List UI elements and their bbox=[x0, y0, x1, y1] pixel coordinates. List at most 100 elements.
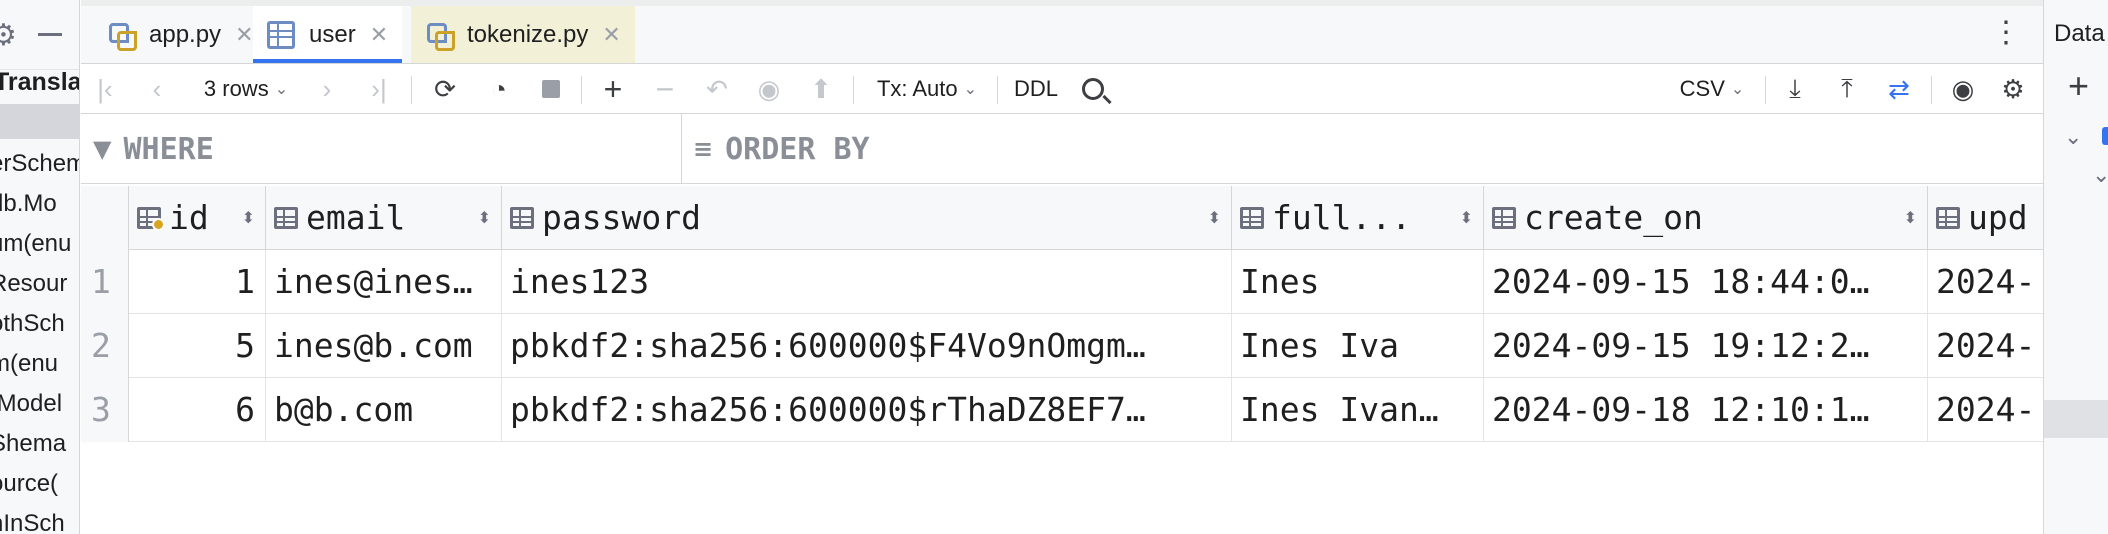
minimize-icon[interactable] bbox=[38, 33, 62, 36]
tree-item[interactable]: Shema bbox=[0, 424, 79, 464]
table-row[interactable]: 3 6 b@b.com pbkdf2:sha256:600000$rThaDZ8… bbox=[81, 378, 2043, 442]
ddl-button[interactable]: DDL bbox=[1007, 64, 1065, 114]
last-page-icon[interactable]: ›| bbox=[361, 64, 397, 114]
stop-icon[interactable] bbox=[533, 64, 569, 114]
selected-row-highlight bbox=[2044, 400, 2108, 438]
column-header-updated[interactable]: upd bbox=[1928, 186, 2043, 250]
tree-item[interactable]: Resour bbox=[0, 264, 79, 304]
tab-user[interactable]: user ✕ bbox=[253, 6, 403, 63]
column-header-label: full... bbox=[1272, 198, 1412, 237]
sort-arrows-icon[interactable]: ⬍ bbox=[242, 186, 255, 250]
tool-window-header: ⚙ bbox=[0, 0, 79, 70]
row-number[interactable]: 1 bbox=[81, 250, 129, 314]
tree-list: erSchem db.Mo um(enu Resour othSch m(enu… bbox=[0, 144, 79, 534]
settings-gear-icon[interactable]: ⚙ bbox=[1993, 64, 2033, 114]
tab-tokenize-py[interactable]: tokenize.py ✕ bbox=[411, 6, 635, 63]
column-header-email[interactable]: email ⬍ bbox=[266, 186, 502, 250]
column-header-create-on[interactable]: create_on ⬍ bbox=[1484, 186, 1928, 250]
chevron-down-icon[interactable]: ⌄ bbox=[2092, 162, 2108, 188]
tree-item[interactable]: ource( bbox=[0, 464, 79, 504]
filter-divider bbox=[681, 114, 682, 184]
close-icon[interactable]: ✕ bbox=[602, 22, 620, 48]
rows-count-dropdown[interactable]: 3 rows ⌄ bbox=[191, 64, 301, 114]
cell-password[interactable]: pbkdf2:sha256:600000$rThaDZ8EF7… bbox=[502, 378, 1232, 442]
tree-item[interactable]: m(enu bbox=[0, 344, 79, 384]
tool-window-title: Data bbox=[2054, 20, 2105, 47]
python-file-icon bbox=[425, 21, 455, 51]
cell-updated[interactable]: 2024- bbox=[1928, 314, 2043, 378]
view-eye-icon[interactable]: ◉ bbox=[1941, 64, 1985, 114]
cell-id[interactable]: 6 bbox=[129, 378, 266, 442]
close-icon[interactable]: ✕ bbox=[370, 22, 388, 48]
table-row[interactable]: 2 5 ines@b.com pbkdf2:sha256:600000$F4Vo… bbox=[81, 314, 2043, 378]
tree-item[interactable]: um(enu bbox=[0, 224, 79, 264]
cell-full-name[interactable]: Ines Ivan… bbox=[1232, 378, 1484, 442]
grid-toolbar: |‹ ‹ 3 rows ⌄ › ›| ⟳ ◔ + − ↶ ◉ ⬆ Tx: Auto… bbox=[81, 64, 2043, 114]
upload-icon[interactable]: ⤒ bbox=[1827, 64, 1867, 114]
active-tab-indicator bbox=[253, 59, 403, 63]
sort-arrows-icon[interactable]: ⬍ bbox=[1208, 186, 1221, 250]
download-icon[interactable]: ⤓ bbox=[1775, 64, 1815, 114]
filter-bar: ▼ WHERE ≡ ORDER BY bbox=[81, 114, 2043, 184]
tree-item[interactable]: erSchem bbox=[0, 144, 79, 184]
tab-app-py[interactable]: app.py ✕ bbox=[95, 6, 266, 63]
column-icon bbox=[1240, 207, 1264, 229]
row-number[interactable]: 3 bbox=[81, 378, 129, 442]
editor-tab-bar: app.py ✕ user ✕ tokenize.py ✕ ⋮ bbox=[81, 0, 2043, 64]
tree-item[interactable]: db.Mo bbox=[0, 184, 79, 224]
corner-cell[interactable] bbox=[81, 186, 129, 250]
add-icon[interactable]: + bbox=[2068, 68, 2089, 104]
selected-row-highlight bbox=[0, 104, 79, 139]
search-icon[interactable] bbox=[1073, 64, 1113, 114]
database-tool-window: Data + ⌄ ⌄ bbox=[2043, 0, 2108, 534]
cell-create-on[interactable]: 2024-09-15 18:44:0… bbox=[1484, 250, 1928, 314]
table-row[interactable]: 1 1 ines@ines… ines123 Ines 2024-09-15 1… bbox=[81, 250, 2043, 314]
where-filter-input[interactable]: ▼ WHERE bbox=[93, 114, 673, 184]
previous-page-icon[interactable]: ‹ bbox=[139, 64, 175, 114]
cell-updated[interactable]: 2024- bbox=[1928, 378, 2043, 442]
order-by-input[interactable]: ≡ ORDER BY bbox=[693, 114, 2033, 184]
column-header-label: password bbox=[542, 198, 701, 237]
revert-icon[interactable]: ↶ bbox=[697, 64, 737, 114]
cell-password[interactable]: ines123 bbox=[502, 250, 1232, 314]
tree-item[interactable]: othSch bbox=[0, 304, 79, 344]
more-options-icon[interactable]: ⋮ bbox=[1991, 18, 2021, 48]
cell-full-name[interactable]: Ines Iva bbox=[1232, 314, 1484, 378]
cell-full-name[interactable]: Ines bbox=[1232, 250, 1484, 314]
sort-arrows-icon[interactable]: ⬍ bbox=[478, 186, 491, 250]
preview-changes-icon[interactable]: ◉ bbox=[749, 64, 789, 114]
row-number[interactable]: 2 bbox=[81, 314, 129, 378]
transaction-mode-dropdown[interactable]: Tx: Auto ⌄ bbox=[867, 64, 987, 114]
delete-row-icon[interactable]: − bbox=[645, 64, 685, 114]
cell-email[interactable]: b@b.com bbox=[266, 378, 502, 442]
cell-create-on[interactable]: 2024-09-15 19:12:2… bbox=[1484, 314, 1928, 378]
cell-id[interactable]: 5 bbox=[129, 314, 266, 378]
toolbar-separator bbox=[581, 76, 582, 104]
tx-label: Tx: Auto bbox=[876, 76, 958, 101]
tree-item[interactable]: .Model bbox=[0, 384, 79, 424]
column-header-full-name[interactable]: full... ⬍ bbox=[1232, 186, 1484, 250]
cell-email[interactable]: ines@b.com bbox=[266, 314, 502, 378]
column-header-password[interactable]: password ⬍ bbox=[502, 186, 1232, 250]
cell-create-on[interactable]: 2024-09-18 12:10:1… bbox=[1484, 378, 1928, 442]
grid-header-row: id ⬍ email ⬍ password ⬍ full... ⬍ create… bbox=[81, 186, 2043, 250]
next-page-icon[interactable]: › bbox=[309, 64, 345, 114]
cell-id[interactable]: 1 bbox=[129, 250, 266, 314]
cell-email[interactable]: ines@ines… bbox=[266, 250, 502, 314]
tree-item[interactable]: nInSch bbox=[0, 504, 79, 534]
submit-icon[interactable]: ⬆ bbox=[801, 64, 841, 114]
gear-icon[interactable]: ⚙ bbox=[0, 18, 17, 53]
compare-icon[interactable]: ⇄ bbox=[1879, 64, 1919, 114]
sort-arrows-icon[interactable]: ⬍ bbox=[1904, 186, 1917, 250]
cell-updated[interactable]: 2024- bbox=[1928, 250, 2043, 314]
first-page-icon[interactable]: |‹ bbox=[87, 64, 123, 114]
refresh-icon[interactable]: ⟳ bbox=[425, 64, 465, 114]
close-icon[interactable]: ✕ bbox=[235, 22, 253, 48]
history-icon[interactable]: ◔ bbox=[477, 64, 521, 114]
sort-arrows-icon[interactable]: ⬍ bbox=[1460, 186, 1473, 250]
column-header-id[interactable]: id ⬍ bbox=[129, 186, 266, 250]
cell-password[interactable]: pbkdf2:sha256:600000$F4Vo9nOmgm… bbox=[502, 314, 1232, 378]
add-row-icon[interactable]: + bbox=[593, 64, 633, 114]
export-format-dropdown[interactable]: CSV ⌄ bbox=[1667, 64, 1757, 114]
chevron-down-icon[interactable]: ⌄ bbox=[2064, 124, 2082, 150]
